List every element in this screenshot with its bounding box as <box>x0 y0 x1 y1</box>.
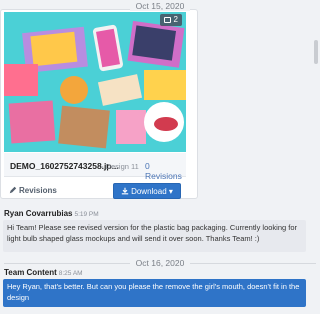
revisions-link[interactable]: Revisions <box>9 186 57 195</box>
revisions-count[interactable]: 0 Revisions <box>145 161 186 181</box>
message-author[interactable]: Ryan Covarrubias <box>4 209 72 218</box>
comment-icon <box>163 17 171 23</box>
revisions-link-label: Revisions <box>19 186 57 195</box>
date-label: Oct 16, 2020 <box>129 258 191 268</box>
attachment-thumbnail[interactable]: 2 <box>4 12 186 152</box>
chevron-down-icon: ▾ <box>168 187 173 196</box>
download-icon <box>121 187 129 195</box>
packaging-mockup-image <box>4 12 186 152</box>
pencil-icon <box>9 186 17 194</box>
comment-count: 2 <box>173 15 178 24</box>
scrollbar-thumb[interactable] <box>314 40 318 64</box>
message-bubble: Hi Team! Please see revised version for … <box>3 220 306 252</box>
download-button[interactable]: Download ▾ <box>113 183 181 199</box>
date-label: Oct 15, 2020 <box>129 1 191 11</box>
design-label: - Design 11 <box>101 162 139 171</box>
date-separator: Oct 16, 2020 <box>0 258 320 268</box>
attachment-card[interactable]: 2 DEMO_1602752743258.jp... - Design 11 0… <box>0 9 198 199</box>
attachment-caption: DEMO_1602752743258.jp... - Design 11 0 R… <box>4 153 186 181</box>
message-author[interactable]: Team Content <box>4 268 57 277</box>
download-label: Download <box>131 187 167 196</box>
message-bubble-highlighted: Hey Ryan, that's better. But can you ple… <box>3 279 306 307</box>
message-header: Team Content 8:25 AM <box>4 268 83 277</box>
message-time: 8:25 AM <box>58 270 83 277</box>
message-time: 5:19 PM <box>74 211 99 218</box>
message-header: Ryan Covarrubias 5:19 PM <box>4 209 99 218</box>
comment-count-badge[interactable]: 2 <box>159 14 182 26</box>
